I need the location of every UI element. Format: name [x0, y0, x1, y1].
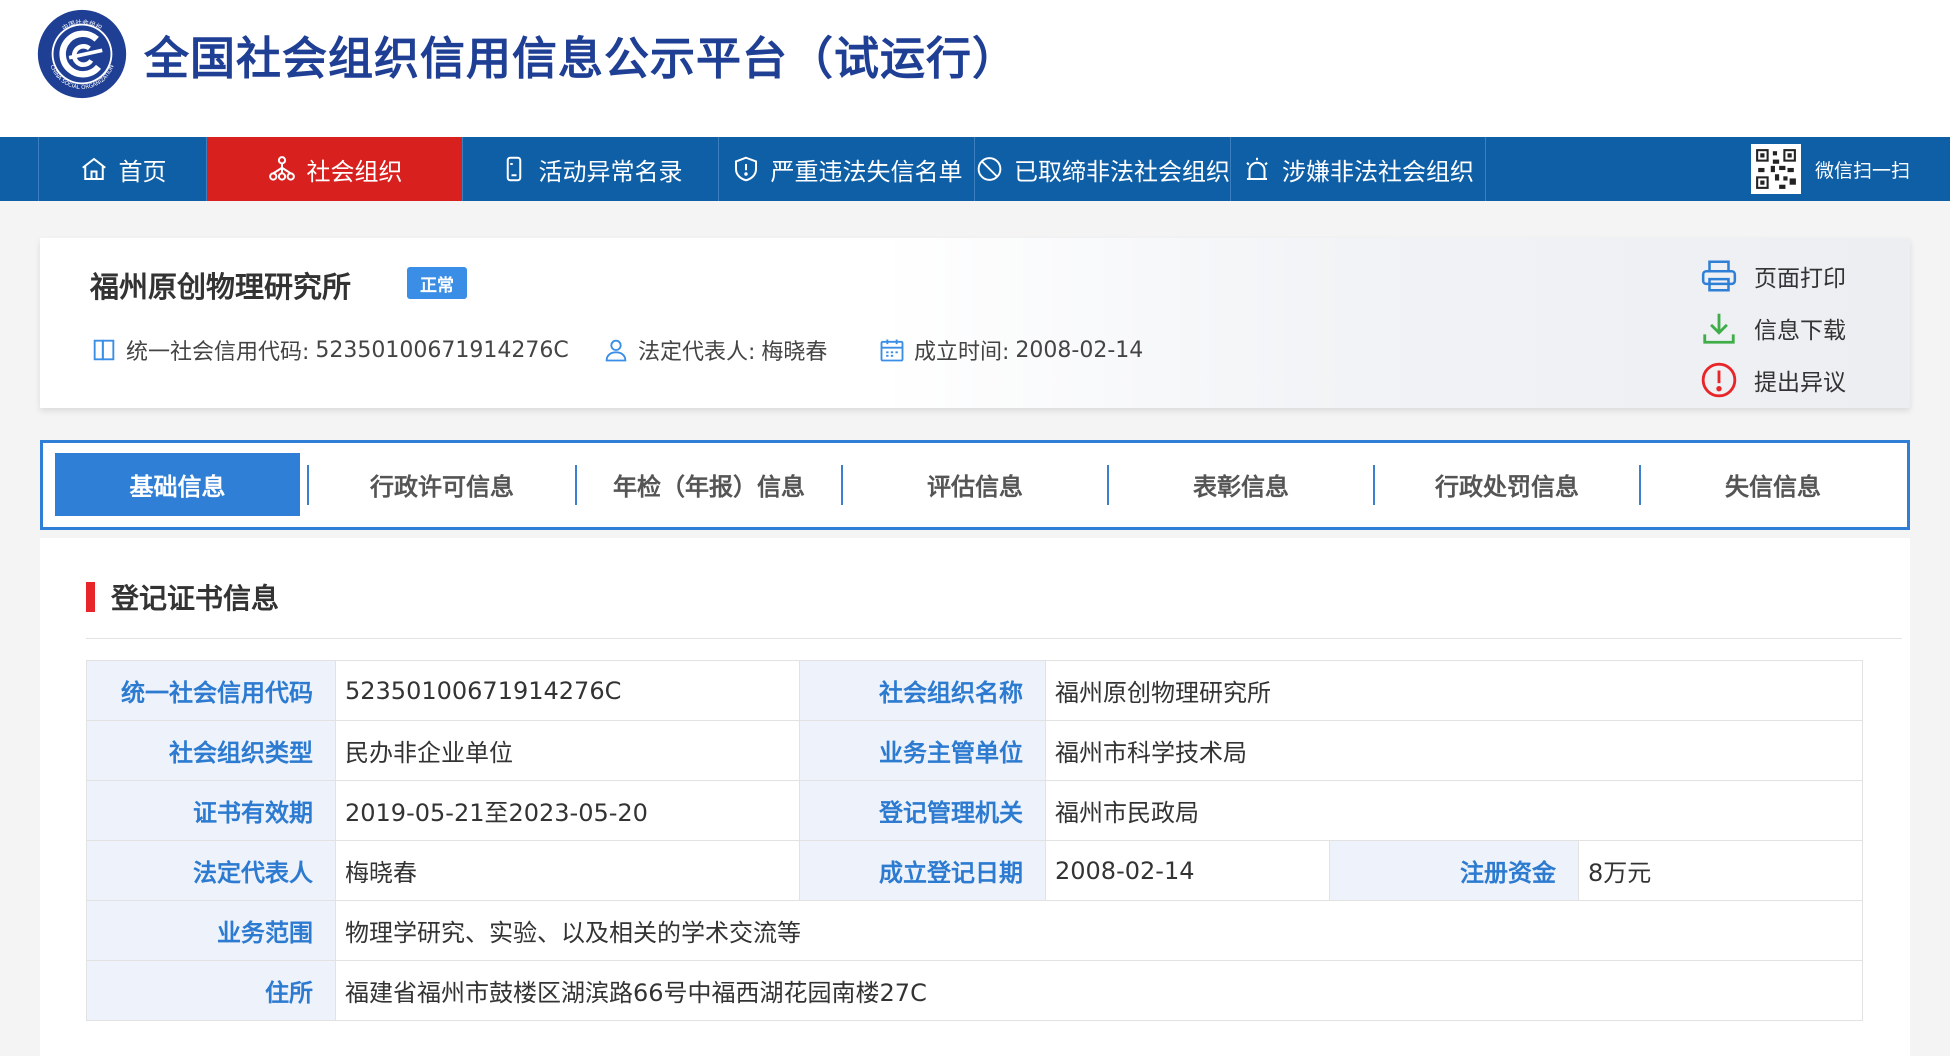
validity-value: 2019-05-21至2023-05-20	[335, 780, 800, 841]
print-button[interactable]: 页面打印	[1700, 250, 1846, 302]
legal-rep-value: 梅晓春	[761, 340, 828, 365]
scope-value: 物理学研究、实验、以及相关的学术交流等	[334, 900, 1864, 961]
wechat-qr[interactable]: 微信扫一扫	[1750, 143, 1910, 195]
org-type-value: 民办非企业单位	[335, 720, 800, 781]
capital-label: 注册资金	[1329, 840, 1579, 901]
table-row: 社会组织类型 民办非企业单位 业务主管单位 福州市科学技术局	[86, 720, 1864, 781]
table-row: 住所 福建省福州市鼓楼区湖滨路66号中福西湖花园南楼27C	[86, 960, 1864, 1021]
phone-icon	[506, 156, 521, 182]
org-name-label: 社会组织名称	[799, 660, 1046, 721]
objection-label: 提出异议	[1754, 370, 1846, 396]
reg-date-value: 2008-02-14	[1045, 840, 1330, 901]
tab-basic-info[interactable]: 基础信息	[55, 453, 300, 516]
org-summary-card: 福州原创物理研究所 正常 统一社会信用代码: 52350100671914276…	[40, 238, 1910, 408]
address-label: 住所	[86, 960, 336, 1021]
nav-item-banned-orgs[interactable]: 已取缔非法社会组织	[974, 137, 1230, 201]
wechat-label: 微信扫一扫	[1814, 159, 1910, 182]
validity-label: 证书有效期	[86, 780, 336, 841]
org-actions: 页面打印 信息下载 提出异议	[1700, 250, 1846, 406]
objection-button[interactable]: 提出异议	[1700, 354, 1846, 406]
ban-icon	[977, 157, 1002, 181]
nav-item-label: 社会组织	[306, 157, 403, 186]
org-type-label: 社会组织类型	[86, 720, 336, 781]
tab-commendation[interactable]: 表彰信息	[1109, 453, 1373, 516]
divider	[86, 638, 1902, 639]
alarm-icon	[1246, 157, 1268, 180]
registration-table: 统一社会信用代码 52350100671914276C 社会组织名称 福州原创物…	[86, 660, 1864, 1021]
credit-code-meta: 统一社会信用代码: 52350100671914276C	[90, 334, 569, 366]
content-panel: 登记证书信息 统一社会信用代码 52350100671914276C 社会组织名…	[40, 538, 1910, 1056]
nav-item-label: 活动异常名录	[538, 157, 683, 186]
nav-item-abnormal-list[interactable]: 活动异常名录	[462, 137, 718, 201]
tab-annual-report[interactable]: 年检（年报）信息	[577, 453, 841, 516]
tab-dishonesty[interactable]: 失信信息	[1641, 453, 1905, 516]
legal-rep-meta: 法定代表人: 梅晓春	[602, 334, 827, 366]
supervisor-label: 业务主管单位	[799, 720, 1046, 781]
credit-code-value: 52350100671914276C	[315, 337, 569, 363]
site-title: 全国社会组织信用信息公示平台（试运行）	[144, 32, 1019, 85]
legal-rep-value: 梅晓春	[335, 840, 800, 901]
org-name-value: 福州原创物理研究所	[1044, 660, 1864, 721]
table-row: 统一社会信用代码 52350100671914276C 社会组织名称 福州原创物…	[86, 660, 1864, 721]
credit-code-label: 统一社会信用代码:	[126, 340, 310, 365]
nav-item-home[interactable]: 首页	[38, 137, 206, 201]
calendar-icon	[880, 339, 904, 362]
nav-item-label: 涉嫌非法社会组织	[1282, 157, 1474, 186]
info-tabs: 基础信息 行政许可信息 年检（年报）信息 评估信息 表彰信息 行政处罚信息 失信…	[40, 440, 1910, 530]
tab-admin-penalty[interactable]: 行政处罚信息	[1375, 453, 1639, 516]
registrar-label: 登记管理机关	[799, 780, 1046, 841]
org-icon	[268, 156, 295, 181]
qr-code-icon	[1750, 144, 1801, 194]
download-label: 信息下载	[1754, 318, 1846, 344]
table-row: 证书有效期 2019-05-21至2023-05-20 登记管理机关 福州市民政…	[86, 780, 1864, 841]
section-title: 登记证书信息	[86, 580, 280, 615]
credit-code-value: 52350100671914276C	[335, 660, 800, 721]
legal-rep-label: 法定代表人:	[638, 340, 756, 365]
tab-admin-license[interactable]: 行政许可信息	[309, 453, 575, 516]
reg-date-label: 成立登记日期	[799, 840, 1046, 901]
download-icon	[1703, 313, 1735, 344]
nav-item-suspected-orgs[interactable]: 涉嫌非法社会组织	[1230, 137, 1486, 201]
address-value: 福建省福州市鼓楼区湖滨路66号中福西湖花园南楼27C	[334, 960, 1864, 1021]
site-logo[interactable]: 中国社会组织 CHINA SOCIAL ORGANIZATION	[36, 8, 128, 100]
scope-label: 业务范围	[86, 900, 336, 961]
supervisor-value: 福州市科学技术局	[1044, 720, 1864, 781]
download-button[interactable]: 信息下载	[1700, 302, 1846, 354]
founded-meta: 成立时间: 2008-02-14	[878, 334, 1143, 366]
person-icon	[605, 339, 627, 362]
site-header: 中国社会组织 CHINA SOCIAL ORGANIZATION 全国社会组织信…	[0, 0, 1950, 137]
info-alert-icon	[1701, 362, 1737, 398]
shield-icon	[734, 156, 757, 182]
home-icon	[81, 157, 106, 180]
table-row: 法定代表人 梅晓春 成立登记日期 2008-02-14 注册资金 8万元	[86, 840, 1864, 901]
section-marker	[86, 582, 95, 612]
founded-value: 2008-02-14	[1015, 337, 1144, 363]
credit-code-label: 统一社会信用代码	[86, 660, 336, 721]
nav-item-label: 首页	[118, 157, 167, 186]
table-row: 业务范围 物理学研究、实验、以及相关的学术交流等	[86, 900, 1864, 961]
nav-item-social-org[interactable]: 社会组织	[206, 137, 462, 201]
org-name: 福州原创物理研究所	[90, 270, 352, 304]
registrar-value: 福州市民政局	[1044, 780, 1864, 841]
status-badge: 正常	[407, 267, 467, 299]
nav-item-label: 已取缔非法社会组织	[1014, 157, 1230, 186]
print-label: 页面打印	[1754, 266, 1846, 292]
nav-item-dishonest-list[interactable]: 严重违法失信名单	[718, 137, 974, 201]
printer-icon	[1701, 260, 1737, 292]
capital-value: 8万元	[1577, 840, 1864, 901]
main-nav: 首页 社会组织 活动异常名录 严重违法失信名单 已取缔非法社会组织 涉嫌非法社会…	[0, 137, 1950, 201]
section-title-text: 登记证书信息	[111, 582, 280, 615]
book-icon	[93, 339, 115, 361]
nav-item-label: 严重违法失信名单	[770, 157, 963, 186]
founded-label: 成立时间:	[914, 340, 1010, 365]
tab-evaluation[interactable]: 评估信息	[843, 453, 1107, 516]
legal-rep-label: 法定代表人	[86, 840, 336, 901]
